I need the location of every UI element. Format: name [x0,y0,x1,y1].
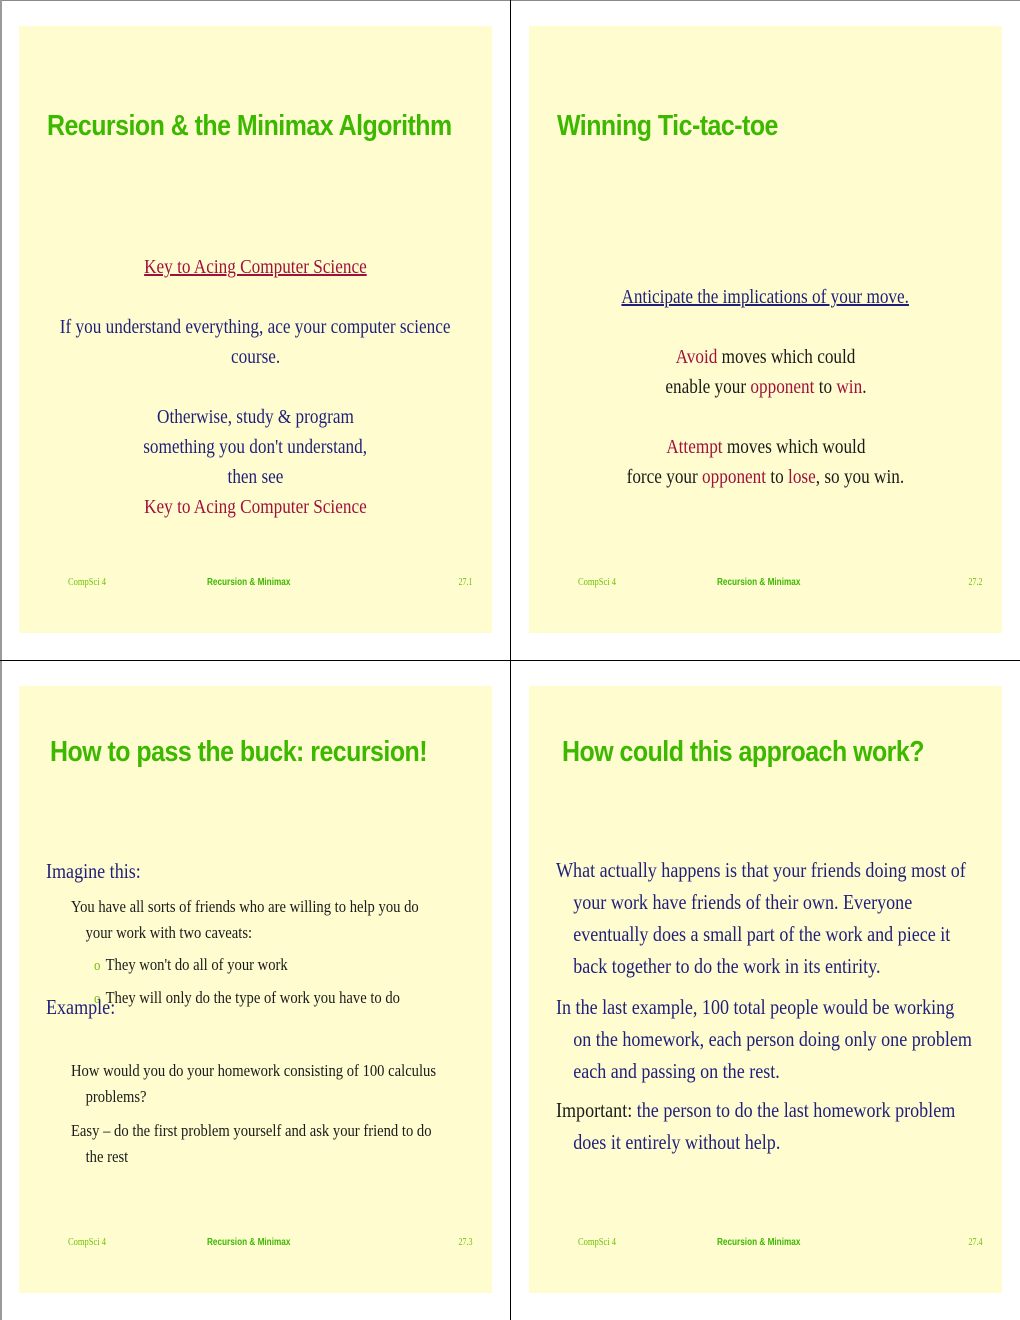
bullet-line: problems? [85,1087,147,1106]
footer-course: CompSci 4 [578,1237,617,1248]
keyword-lose: lose [788,466,816,488]
footer-slide-number: 27.2 [968,577,982,588]
bullet-friends: You have all sorts of friends who are wi… [71,894,419,946]
text: moves which would [722,436,866,458]
bullet-o-icon: o [94,958,101,974]
sub-bullet-text: They will only do the type of work you h… [105,988,400,1007]
paragraph-2-line-3: then see [227,466,284,488]
paragraph-line: each and passing on the rest. [573,1059,780,1083]
text: force your [626,466,703,488]
footer-course: CompSci 4 [68,1237,107,1248]
text: . [861,376,867,398]
important-label: Important: [556,1098,633,1122]
bullet-easy: Easy – do the first problem yourself and… [71,1118,432,1170]
horizontal-divider [0,660,1020,661]
bullet-line: the rest [85,1147,129,1166]
bullet-line: You have all sorts of friends who are wi… [71,897,419,916]
slide-title: How to pass the buck: recursion! [50,736,428,768]
paragraph-line: What actually happens is that your frien… [556,858,966,882]
footer-topic: Recursion & Minimax [207,1237,291,1248]
slide-footer: CompSci 4 Recursion & Minimax 27.1 [19,577,492,591]
paragraph-1-line-1: If you understand everything, ace your c… [60,316,451,338]
bullet-line: your work with two caveats: [85,923,253,942]
paragraph-example: In the last example, 100 total people wo… [556,991,972,1087]
footer-course: CompSci 4 [578,577,617,588]
heading-example: Example: [46,992,115,1022]
paragraph-2-line-1: Otherwise, study & program [157,406,354,428]
paragraph-line: does it entirely without help. [573,1130,781,1154]
slide-3: How to pass the buck: recursion! Imagine… [19,686,492,1293]
footer-course: CompSci 4 [68,577,107,588]
anticipate-link[interactable]: Anticipate the implications of your move… [622,282,910,312]
link-heading-block: Key to Acing Computer Science [19,252,492,282]
avoid-paragraph: Avoid moves which could enable your oppo… [529,342,1002,402]
heading-example-text: Example: [46,995,116,1019]
slide-4: How could this approach work? What actua… [529,686,1002,1293]
text: moves which could [717,346,856,368]
sub-bullet-1: o They won't do all of your work [94,952,288,979]
footer-topic: Recursion & Minimax [717,577,801,588]
keyword-attempt: Attempt [665,436,723,458]
footer-topic: Recursion & Minimax [207,577,291,588]
bullet-line: How would you do your homework consistin… [71,1061,437,1080]
paragraph-line: your work have friends of their own. Eve… [573,890,913,914]
footer-slide-number: 27.1 [458,577,472,588]
paragraph-line: back together to do the work in its enti… [573,954,881,978]
slide-title: How could this approach work? [562,736,924,768]
key-to-acing-link[interactable]: Key to Acing Computer Science [144,252,367,282]
slide-2: Winning Tic-tac-toe Anticipate the impli… [529,26,1002,633]
paragraph-1: If you understand everything, ace your c… [19,312,492,372]
paragraph-important: Important: the person to do the last hom… [556,1094,955,1158]
paragraph-2: Otherwise, study & program something you… [19,402,492,522]
heading-imagine: Imagine this: [46,859,141,883]
paragraph-2-line-2: something you don't understand, [143,436,368,458]
keyword-opponent: opponent [702,466,767,488]
paragraph-line: on the homework, each person doing only … [573,1027,972,1051]
key-to-acing-reference[interactable]: Key to Acing Computer Science [144,492,367,522]
sub-bullet-text: They won't do all of your work [105,955,288,974]
link-heading-block: Anticipate the implications of your move… [529,282,1002,312]
text: , so you win. [815,466,905,488]
slide-title: Recursion & the Minimax Algorithm [47,110,452,142]
slide-footer: CompSci 4 Recursion & Minimax 27.4 [529,1237,1002,1251]
text: enable your [664,376,750,398]
keyword-opponent: opponent [749,376,814,398]
slide-footer: CompSci 4 Recursion & Minimax 27.3 [19,1237,492,1251]
text: to [766,466,789,488]
paragraph-friends: What actually happens is that your frien… [556,854,966,982]
sub-bullet-2: o They will only do the type of work you … [94,985,400,1012]
footer-topic: Recursion & Minimax [717,1237,801,1248]
keyword-avoid: Avoid [675,346,718,368]
bullet-homework: How would you do your homework consistin… [71,1058,436,1110]
paragraph-line: In the last example, 100 total people wo… [556,995,955,1019]
keyword-win: win [835,376,862,398]
bullet-line: Easy – do the first problem yourself and… [71,1121,432,1140]
slide-1: Recursion & the Minimax Algorithm Key to… [19,26,492,633]
footer-slide-number: 27.4 [968,1237,982,1248]
paragraph-1-line-2: course. [230,346,281,368]
slide-title: Winning Tic-tac-toe [557,110,778,142]
paragraph-line: the person to do the last homework probl… [632,1098,956,1122]
footer-slide-number: 27.3 [458,1237,472,1248]
attempt-paragraph: Attempt moves which would force your opp… [529,432,1002,492]
slide-footer: CompSci 4 Recursion & Minimax 27.2 [529,577,1002,591]
paragraph-line: eventually does a small part of the work… [573,922,951,946]
text: to [813,376,836,398]
